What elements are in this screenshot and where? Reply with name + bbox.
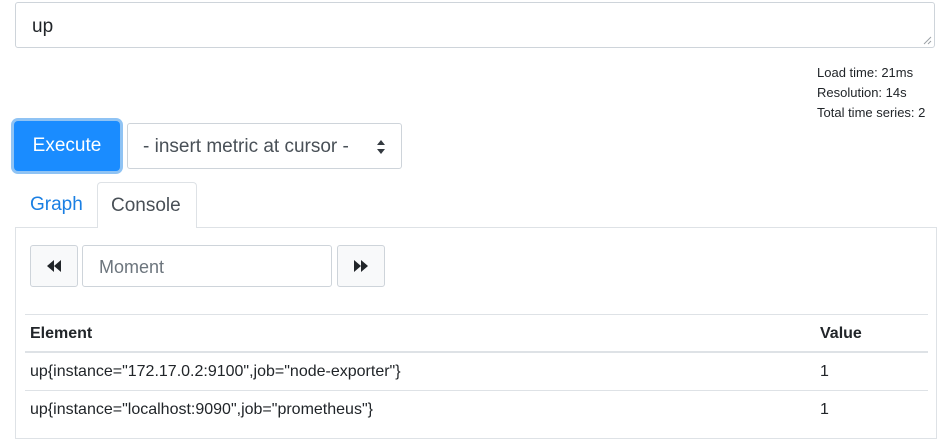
table-row: up{instance="localhost:9090",job="promet… [25, 390, 928, 428]
moment-placeholder: Moment [99, 257, 165, 277]
query-stats: Load time: 21ms Resolution: 14s Total ti… [817, 63, 925, 123]
expression-input[interactable]: up [15, 2, 935, 48]
metric-select-value: - insert metric at cursor - [143, 136, 349, 157]
tab-console-label: Console [111, 195, 181, 216]
fast-forward-icon [354, 260, 368, 272]
column-header-value: Value [820, 325, 862, 342]
resolution: Resolution: 14s [817, 85, 907, 100]
console-panel: Moment Element Value up{instance="172.17… [15, 227, 937, 439]
table-row: up{instance="172.17.0.2:9100",job="node-… [25, 353, 928, 390]
series-value: 1 [820, 401, 829, 418]
execute-button[interactable]: Execute [14, 121, 120, 171]
moment-input[interactable]: Moment [82, 245, 332, 287]
metric-select[interactable]: - insert metric at cursor - [127, 123, 402, 169]
moment-forward-button[interactable] [337, 245, 385, 287]
moment-back-button[interactable] [30, 245, 78, 287]
select-arrows-icon [377, 140, 385, 154]
load-time: Load time: 21ms [817, 65, 914, 80]
fast-backward-icon [47, 260, 61, 272]
expression-value: up [32, 16, 54, 37]
tab-graph[interactable]: Graph [30, 194, 83, 216]
series-value: 1 [820, 363, 829, 380]
series-element: up{instance="localhost:9090",job="promet… [30, 401, 373, 418]
total-time-series: Total time series: 2 [817, 105, 926, 120]
series-element: up{instance="172.17.0.2:9100",job="node-… [30, 363, 401, 380]
tab-console[interactable]: Console [97, 182, 197, 228]
prometheus-query-panel: up Load time: 21ms Resolution: 14s Total… [0, 0, 940, 447]
table-top-divider [25, 314, 928, 315]
resize-grip-icon[interactable] [923, 36, 932, 45]
column-header-element: Element [30, 325, 93, 342]
